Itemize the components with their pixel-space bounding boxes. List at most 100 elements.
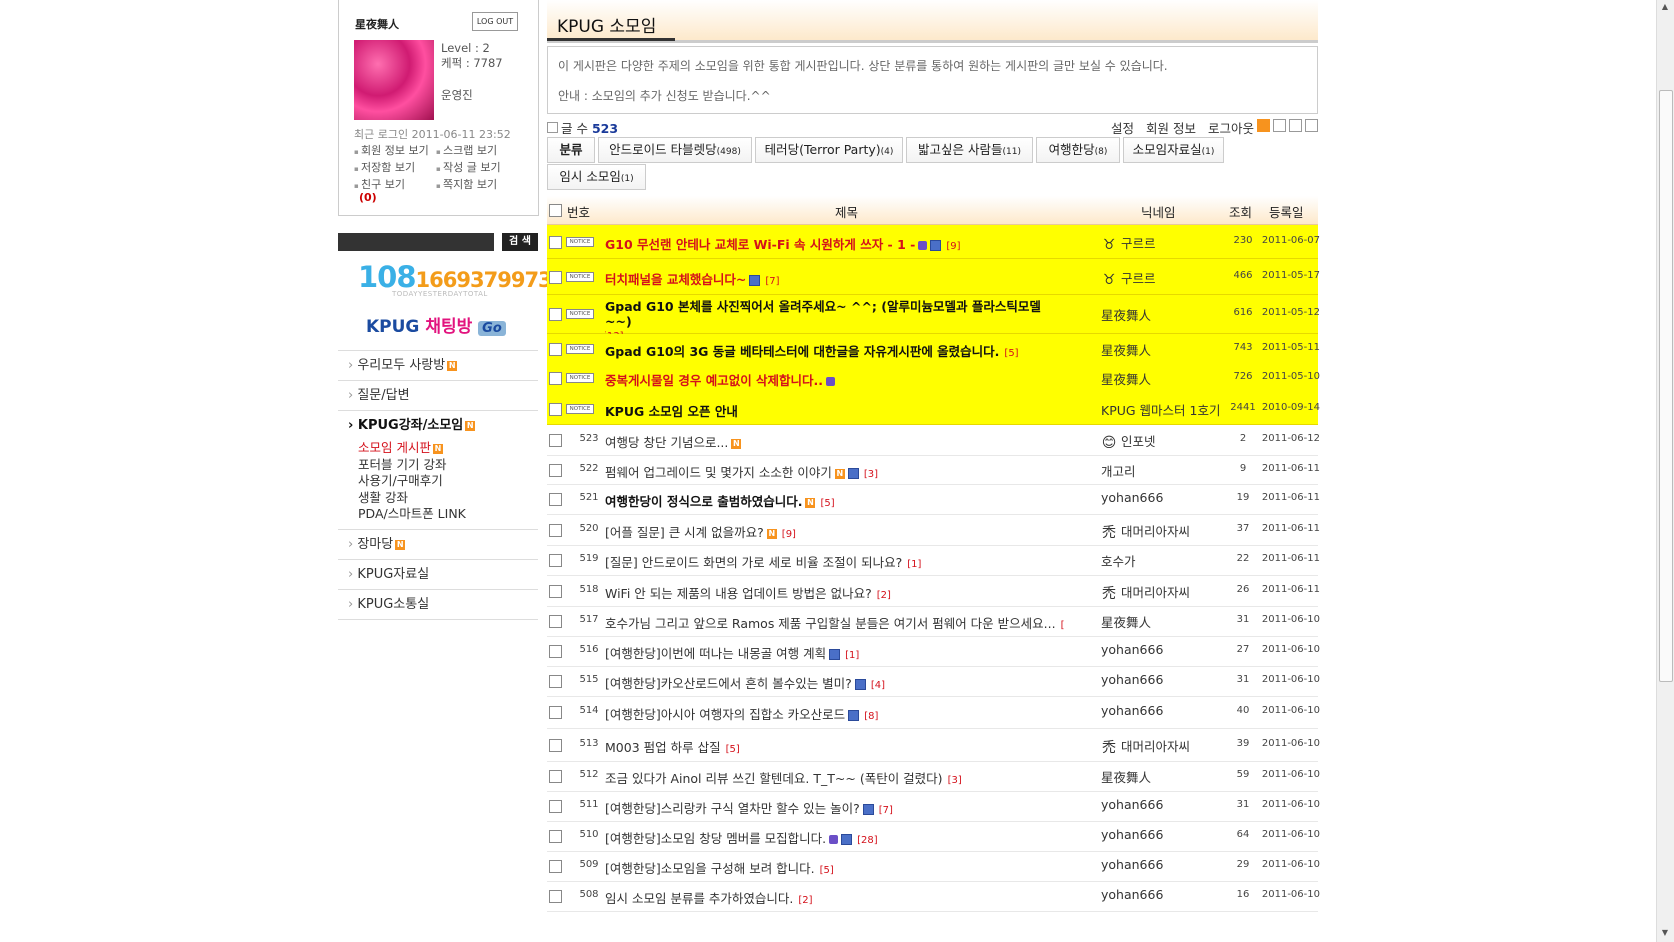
post-title-link[interactable]: [어플 질문] 큰 시계 없을까요? N [9]	[605, 522, 1065, 541]
row-checkbox[interactable]	[549, 770, 562, 783]
row-checkbox[interactable]	[549, 308, 562, 321]
webzine-view-icon[interactable]	[1289, 119, 1302, 132]
comment-count[interactable]: [5]	[820, 498, 834, 509]
post-title-link[interactable]: 펌웨어 업그레이드 및 몇가지 소소한 이야기 N [3]	[605, 462, 1065, 481]
message-count[interactable]: (0)	[359, 191, 377, 204]
row-nickname[interactable]: 星夜舞人	[1101, 305, 1231, 324]
gallery-view-icon[interactable]	[1305, 119, 1318, 132]
table-row[interactable]: NOTICE 중복게시물일 경우 예고없이 삭제합니다.. 星夜舞人 726 2011-…	[547, 363, 1320, 394]
row-checkbox[interactable]	[549, 236, 562, 249]
post-title-link[interactable]: KPUG 소모임 오픈 안내	[605, 401, 1065, 420]
post-title-link[interactable]: 여행당 창단 기념으로... N	[605, 432, 1065, 451]
comment-count[interactable]: [8]	[864, 711, 878, 722]
nav-sub-item[interactable]: 사용기/구매후기	[358, 473, 538, 490]
row-checkbox[interactable]	[549, 403, 562, 416]
table-row[interactable]: 513 M003 펌업 하루 삽질 [5] 禿 대머리아자씨 39 2011-06-10	[547, 728, 1320, 762]
table-row[interactable]: 515 [여행한당]카오산로드에서 흔히 볼수있는 별미? [4] yohan666 3…	[547, 666, 1320, 697]
row-checkbox[interactable]	[549, 464, 562, 477]
comment-count[interactable]: [3]	[864, 469, 878, 480]
user-link[interactable]: 작성 글 보기	[436, 160, 518, 177]
nav-sub-item[interactable]: 생활 강좌	[358, 490, 538, 507]
toolbar-link-settings[interactable]: 설정	[1111, 121, 1134, 136]
toolbar-link-member-info[interactable]: 회원 정보	[1146, 121, 1196, 136]
post-title-link[interactable]: [여행한당]카오산로드에서 흔히 볼수있는 별미? [4]	[605, 673, 1065, 692]
row-nickname[interactable]: yohan666	[1101, 703, 1231, 718]
post-title-link[interactable]: [질문] 안드로이드 화면의 가로 세로 비율 조절이 되나요? [1]	[605, 552, 1065, 571]
row-nickname[interactable]: KPUG 웹마스터 1호기	[1101, 400, 1231, 419]
rss-icon[interactable]	[1257, 119, 1270, 132]
select-all-checkbox[interactable]	[549, 204, 562, 217]
row-nickname[interactable]: ♉ 구르르	[1101, 233, 1231, 253]
category-tab[interactable]: 임시 소모임(1)	[547, 164, 646, 190]
search-button[interactable]: 검 색	[502, 233, 538, 251]
page-scrollbar[interactable]: ▲ ▼	[1656, 0, 1674, 942]
row-nickname[interactable]: 星夜舞人	[1101, 767, 1231, 786]
row-checkbox[interactable]	[549, 645, 562, 658]
category-tab[interactable]: 분류	[547, 137, 595, 163]
post-title-link[interactable]: WiFi 안 되는 제품의 내용 업데이트 방법은 없나요? [2]	[605, 583, 1065, 602]
row-checkbox[interactable]	[549, 271, 562, 284]
user-link[interactable]: 스크랩 보기	[436, 143, 518, 160]
comment-count[interactable]: [1]	[907, 559, 921, 570]
row-nickname[interactable]: yohan666	[1101, 797, 1231, 812]
row-nickname[interactable]: yohan666	[1101, 490, 1231, 505]
table-row[interactable]: NOTICE 터치패널을 교체했습니다~ [7] ♉ 구르르 466 2011-05-17	[547, 259, 1320, 295]
table-row[interactable]: 518 WiFi 안 되는 제품의 내용 업데이트 방법은 없나요? [2] 禿 대머리…	[547, 575, 1320, 607]
chat-go-button[interactable]: Go	[478, 321, 506, 336]
row-nickname[interactable]: yohan666	[1101, 857, 1231, 872]
comment-count[interactable]: [2]	[1061, 620, 1065, 631]
row-nickname[interactable]: 星夜舞人	[1101, 340, 1231, 359]
row-checkbox[interactable]	[549, 372, 562, 385]
nav-sub-item-current[interactable]: 소모임 게시판 N	[358, 440, 538, 457]
row-nickname[interactable]: yohan666	[1101, 642, 1231, 657]
nav-item[interactable]: 장마당N	[338, 530, 538, 560]
row-nickname[interactable]: 개고리	[1101, 461, 1231, 480]
comment-count[interactable]: [5]	[820, 865, 834, 876]
nav-item[interactable]: 우리모두 사랑방N	[338, 351, 538, 381]
comment-count[interactable]: [9]	[946, 241, 960, 252]
row-checkbox[interactable]	[549, 524, 562, 537]
comment-count[interactable]: [2]	[798, 895, 812, 906]
row-nickname[interactable]: 😊 인포넷	[1101, 431, 1231, 451]
category-tab[interactable]: 안드로이드 타블렛당(498)	[598, 137, 752, 163]
search-input[interactable]	[338, 233, 494, 251]
table-row[interactable]: 522 펌웨어 업그레이드 및 몇가지 소소한 이야기 N [3] 개고리 9 2011-0…	[547, 455, 1320, 485]
table-row[interactable]: NOTICE Gpad G10의 3G 동글 베타테스터에 대한글을 자유게시판에…	[547, 334, 1320, 364]
row-nickname[interactable]: yohan666	[1101, 827, 1231, 842]
comment-count[interactable]: [3]	[948, 775, 962, 786]
post-title-link[interactable]: 임시 소모임 분류를 추가하였습니다. [2]	[605, 888, 1065, 907]
post-title-link[interactable]: M003 펌업 하루 삽질 [5]	[605, 737, 1065, 756]
scroll-up-icon[interactable]: ▲	[1660, 2, 1670, 12]
row-checkbox[interactable]	[549, 554, 562, 567]
row-checkbox[interactable]	[549, 860, 562, 873]
row-checkbox[interactable]	[549, 493, 562, 506]
chat-room-logo[interactable]: KPUG 채팅방 Go	[366, 312, 506, 337]
category-tab[interactable]: 여행한당(8)	[1036, 137, 1120, 163]
table-row[interactable]: NOTICE KPUG 소모임 오픈 안내 KPUG 웹마스터 1호기 2441 201…	[547, 393, 1320, 425]
row-checkbox[interactable]	[549, 830, 562, 843]
nav-sub-item[interactable]: 포터블 기기 강좌	[358, 457, 538, 474]
post-title-link[interactable]: 여행한당이 정식으로 출범하였습니다. N [5]	[605, 491, 1065, 510]
user-link[interactable]: 저장함 보기	[354, 160, 436, 177]
user-link[interactable]: 쪽지함 보기	[436, 177, 518, 194]
row-checkbox[interactable]	[549, 739, 562, 752]
row-checkbox[interactable]	[549, 434, 562, 447]
comment-count[interactable]: [5]	[726, 744, 740, 755]
table-row[interactable]: 512 조금 있다가 Ainol 리뷰 쓰긴 할텐데요. T_T~~ (폭탄이 걸…	[547, 761, 1320, 792]
table-row[interactable]: 511 [여행한당]스리랑카 구식 열차만 할수 있는 놀이? [7] yohan66…	[547, 791, 1320, 822]
nav-sub-item[interactable]: PDA/스마트폰 LINK	[358, 506, 538, 523]
row-nickname[interactable]: 호수가	[1101, 551, 1231, 570]
row-nickname[interactable]: yohan666	[1101, 887, 1231, 902]
comment-count[interactable]: [9]	[782, 529, 796, 540]
comment-count[interactable]: [2]	[877, 590, 891, 601]
post-title-link[interactable]: [여행한당]스리랑카 구식 열차만 할수 있는 놀이? [7]	[605, 798, 1065, 817]
row-nickname[interactable]: 禿 대머리아자씨	[1101, 736, 1231, 756]
table-row[interactable]: 510 [여행한당]소모임 창당 멤버를 모집합니다. [28] yohan666 64…	[547, 821, 1320, 852]
row-checkbox[interactable]	[549, 675, 562, 688]
toolbar-link-logout[interactable]: 로그아웃	[1208, 121, 1254, 136]
table-row[interactable]: 517 호수가님 그리고 앞으로 Ramos 제품 구입할실 분들은 여기서 펌웨…	[547, 606, 1320, 637]
table-row[interactable]: 514 [여행한당]아시아 여행자의 집합소 카오산로드 [8] yohan666 40…	[547, 696, 1320, 729]
post-title-link[interactable]: G10 무선랜 안테나 교체로 Wi-Fi 속 시원하게 쓰자 - 1 - [9]	[605, 234, 1065, 253]
table-row[interactable]: 508 임시 소모임 분류를 추가하였습니다. [2] yohan666 16 2011-…	[547, 881, 1320, 912]
post-title-link[interactable]: 중복게시물일 경우 예고없이 삭제합니다..	[605, 370, 1065, 389]
